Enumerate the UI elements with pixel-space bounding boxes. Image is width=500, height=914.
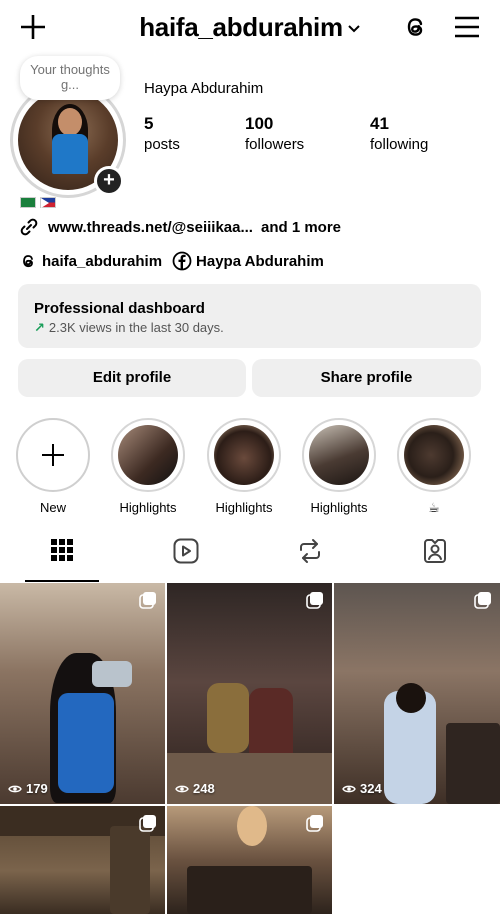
highlight-ring (302, 418, 376, 492)
note-bubble[interactable]: Your thoughts g... (20, 56, 120, 100)
following-count: 41 (370, 114, 389, 133)
multiple-posts-icon (306, 592, 323, 609)
post-thumbnail[interactable]: 248 (167, 583, 332, 804)
threads-handle[interactable]: haifa_abdurahim (42, 253, 162, 270)
view-count-value: 179 (26, 781, 48, 796)
note-text: Your thoughts g... (30, 62, 110, 92)
professional-dashboard[interactable]: Professional dashboard ↗ 2.3K views in th… (18, 284, 481, 348)
add-story-icon[interactable]: + (94, 166, 124, 196)
tab-tagged[interactable] (375, 538, 495, 580)
threads-icon[interactable] (400, 12, 430, 42)
bio-link[interactable]: www.threads.net/@seiiikaa... (48, 219, 253, 236)
multiple-posts-icon (306, 815, 323, 832)
highlight-cover (214, 425, 274, 485)
plus-icon (18, 420, 88, 490)
username-title: haifa_abdurahim (139, 12, 343, 42)
highlight-ring (397, 418, 471, 492)
tab-posts-grid[interactable] (2, 538, 122, 580)
stat-following[interactable]: 41 following (370, 114, 428, 153)
highlight-label: Highlights (119, 500, 177, 515)
bio-link-row[interactable]: www.threads.net/@seiiikaa... and 1 more (18, 216, 341, 238)
posts-label: posts (144, 136, 180, 153)
highlight-label: ☕ (428, 500, 440, 515)
highlight-item[interactable]: Highlights (300, 418, 378, 515)
followers-count: 100 (245, 114, 274, 133)
highlight-item[interactable]: ☕ (395, 418, 473, 516)
multiple-posts-icon (474, 592, 491, 609)
highlight-cover (309, 425, 369, 485)
share-profile-button[interactable]: Share profile (252, 359, 481, 397)
facebook-name[interactable]: Haypa Abdurahim (196, 253, 324, 270)
social-links-row: haifa_abdurahim Haypa Abdurahim (18, 251, 324, 271)
highlight-ring (207, 418, 281, 492)
threads-small-icon (23, 255, 33, 268)
stat-followers[interactable]: 100 followers (245, 114, 304, 153)
view-count-value: 248 (193, 781, 215, 796)
bio-link-more[interactable]: and 1 more (261, 219, 341, 236)
reposts-icon (300, 539, 320, 563)
eye-icon (342, 785, 356, 792)
highlight-new[interactable]: New (14, 418, 92, 515)
view-count: 248 (175, 781, 215, 796)
tagged-icon (424, 539, 446, 563)
full-name: Haypa Abdurahim (144, 80, 264, 97)
multiple-posts-icon (139, 815, 156, 832)
trend-up-icon: ↗ (34, 320, 45, 335)
view-count: 179 (8, 781, 48, 796)
edit-profile-button[interactable]: Edit profile (18, 359, 246, 397)
grid-icon (51, 539, 73, 561)
eye-icon (8, 785, 22, 792)
saudi-flag-icon (20, 197, 36, 209)
philippines-flag-icon (40, 197, 56, 209)
highlight-ring (111, 418, 185, 492)
view-count-value: 324 (360, 781, 382, 796)
multiple-posts-icon (139, 592, 156, 609)
followers-label: followers (245, 136, 305, 153)
dashboard-title: Professional dashboard (34, 300, 205, 317)
highlight-label: Highlights (310, 500, 368, 515)
post-thumbnail[interactable]: 179 (0, 583, 165, 804)
highlight-item[interactable]: Highlights (205, 418, 283, 515)
dashboard-views-text: 2.3K views in the last 30 days. (48, 320, 224, 335)
eye-icon (175, 785, 189, 792)
dashboard-subtitle: ↗ 2.3K views in the last 30 days. (34, 320, 465, 336)
highlight-item[interactable]: Highlights (109, 418, 187, 515)
post-thumbnail[interactable] (0, 806, 165, 914)
link-icon (20, 218, 38, 236)
post-thumbnail[interactable] (167, 806, 332, 914)
profile-header: haifa_abdurahim (0, 0, 500, 58)
facebook-icon (172, 251, 192, 271)
profile-tabs (0, 530, 500, 582)
highlight-cover (118, 425, 178, 485)
highlight-cover (404, 425, 464, 485)
active-tab-indicator (25, 580, 99, 582)
post-thumbnail[interactable]: 324 (334, 583, 500, 804)
following-label: following (370, 136, 429, 153)
highlight-label: New (39, 500, 66, 515)
tab-reposts[interactable] (250, 538, 370, 580)
stat-posts[interactable]: 5 posts (144, 114, 180, 153)
menu-icon[interactable] (452, 14, 482, 40)
highlight-ring (16, 418, 90, 492)
reels-icon (173, 538, 199, 564)
tab-reels[interactable] (126, 538, 246, 580)
highlight-label: Highlights (215, 500, 273, 515)
chevron-down-icon (348, 25, 360, 33)
bio-flags (20, 194, 60, 209)
posts-count: 5 (144, 114, 154, 133)
view-count: 324 (342, 781, 382, 796)
